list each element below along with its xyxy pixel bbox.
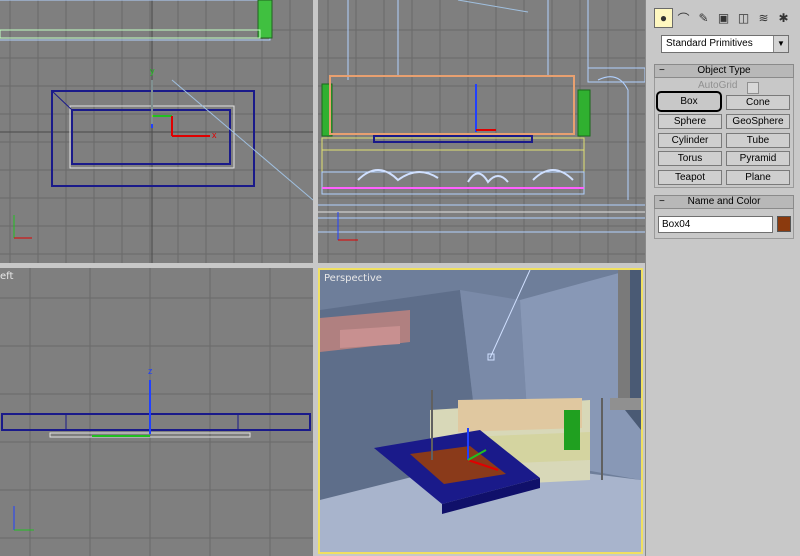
- viewport-front[interactable]: [318, 0, 645, 263]
- teapot-button[interactable]: Teapot: [658, 170, 722, 185]
- tube-button[interactable]: Tube: [726, 133, 790, 148]
- autogrid-checkbox[interactable]: [747, 82, 759, 94]
- shapes-icon[interactable]: ⌒: [674, 8, 693, 28]
- lights-icon[interactable]: ✎: [694, 8, 713, 28]
- object-type-rollout-header[interactable]: − Object Type: [654, 64, 794, 78]
- cameras-icon[interactable]: ▣: [714, 8, 733, 28]
- pyramid-button[interactable]: Pyramid: [726, 151, 790, 166]
- category-dropdown[interactable]: Standard Primitives ▼: [661, 35, 789, 53]
- torus-button[interactable]: Torus: [658, 151, 722, 166]
- viewport-perspective-canvas: [320, 270, 641, 552]
- cylinder-button[interactable]: Cylinder: [658, 133, 722, 148]
- command-panel: ● ⌒ ✎ ▣ ◫ ≋ ✱ Standard Primitives ▼ − Ob…: [645, 0, 800, 556]
- plane-button[interactable]: Plane: [726, 170, 790, 185]
- viewport-front-canvas: [318, 0, 645, 263]
- axis-x-label: x: [212, 130, 217, 140]
- spacewarps-icon[interactable]: ≋: [754, 8, 773, 28]
- name-and-color-title: Name and Color: [687, 196, 761, 207]
- chevron-down-icon[interactable]: ▼: [773, 36, 788, 52]
- object-type-title: Object Type: [697, 65, 751, 76]
- object-name-field[interactable]: Box04: [658, 216, 773, 233]
- viewport-perspective-label: Perspective: [324, 273, 382, 284]
- geosphere-button[interactable]: GeoSphere: [726, 114, 790, 129]
- box-button[interactable]: Box: [656, 91, 722, 112]
- viewport-perspective[interactable]: Perspective: [318, 268, 643, 554]
- category-dropdown-value: Standard Primitives: [666, 38, 753, 49]
- viewport-left-label: eft: [0, 271, 14, 282]
- sphere-icon[interactable]: ●: [654, 8, 673, 28]
- autogrid-label: AutoGrid: [698, 80, 738, 91]
- viewport-top[interactable]: y x: [0, 0, 313, 263]
- command-panel-tabs: ● ⌒ ✎ ▣ ◫ ≋ ✱: [654, 8, 793, 30]
- sphere-button[interactable]: Sphere: [658, 114, 722, 129]
- object-color-swatch[interactable]: [777, 216, 791, 232]
- viewport-left-canvas: [0, 268, 313, 556]
- axis-y-label: y: [150, 66, 155, 76]
- systems-icon[interactable]: ✱: [774, 8, 793, 28]
- cone-button[interactable]: Cone: [726, 95, 790, 110]
- viewport-top-canvas: [0, 0, 313, 263]
- name-and-color-rollout-header[interactable]: − Name and Color: [654, 195, 794, 209]
- axis-z-label: z: [148, 366, 153, 376]
- collapse-icon: −: [659, 196, 665, 207]
- collapse-icon: −: [659, 65, 665, 76]
- viewport-left[interactable]: eft z: [0, 268, 313, 556]
- helpers-icon[interactable]: ◫: [734, 8, 753, 28]
